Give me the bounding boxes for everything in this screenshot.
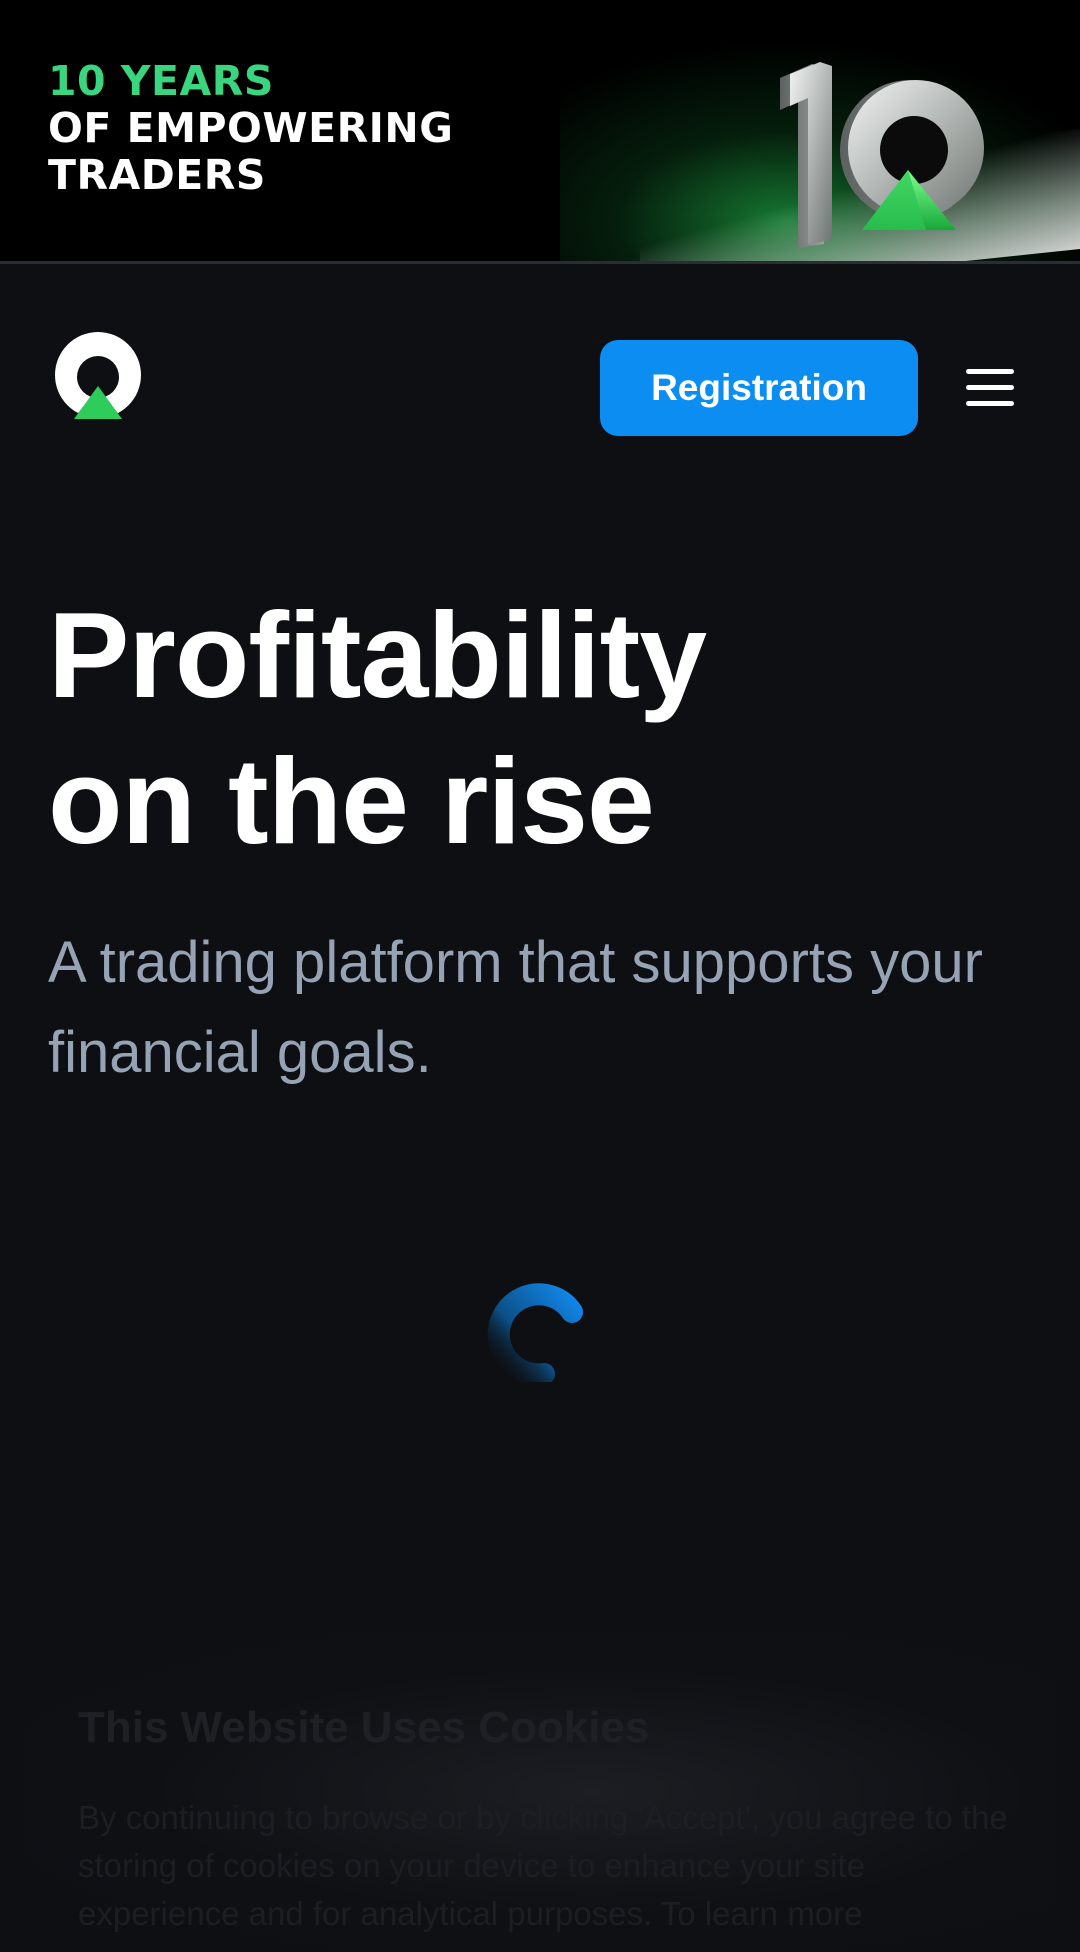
- hero-title-line2: on the rise: [48, 733, 655, 869]
- registration-button[interactable]: Registration: [600, 340, 918, 436]
- menu-bar-bottom: [966, 401, 1014, 406]
- loading-spinner-icon: [487, 1283, 583, 1382]
- menu-bar-middle: [966, 385, 1014, 390]
- banner-line-empowering: OF EMPOWERING: [48, 104, 454, 152]
- hero-title: Profitability on the rise: [48, 582, 1008, 874]
- hamburger-menu-icon[interactable]: [960, 365, 1020, 411]
- banner-headline: 10 YEARS OF EMPOWERING TRADERS: [48, 58, 453, 199]
- ten-years-graphic-icon: [780, 62, 984, 248]
- promo-banner[interactable]: 10 YEARS OF EMPOWERING TRADERS: [0, 0, 1080, 264]
- cookie-title: This Website Uses Cookies: [78, 1703, 650, 1752]
- hero-title-line1: Profitability: [48, 587, 707, 723]
- banner-line-traders: TRADERS: [48, 151, 266, 199]
- site-header: Registration: [0, 267, 1080, 507]
- hero-subtitle: A trading platform that supports your fi…: [48, 930, 983, 1085]
- banner-line-years: 10 YEARS: [48, 57, 274, 105]
- brand-logo-icon[interactable]: [54, 331, 142, 423]
- cookie-text: By continuing to browse or by clicking '…: [78, 1799, 1008, 1932]
- menu-bar-top: [966, 369, 1014, 374]
- cookie-notice: This Website Uses Cookies By continuing …: [24, 1632, 1056, 1952]
